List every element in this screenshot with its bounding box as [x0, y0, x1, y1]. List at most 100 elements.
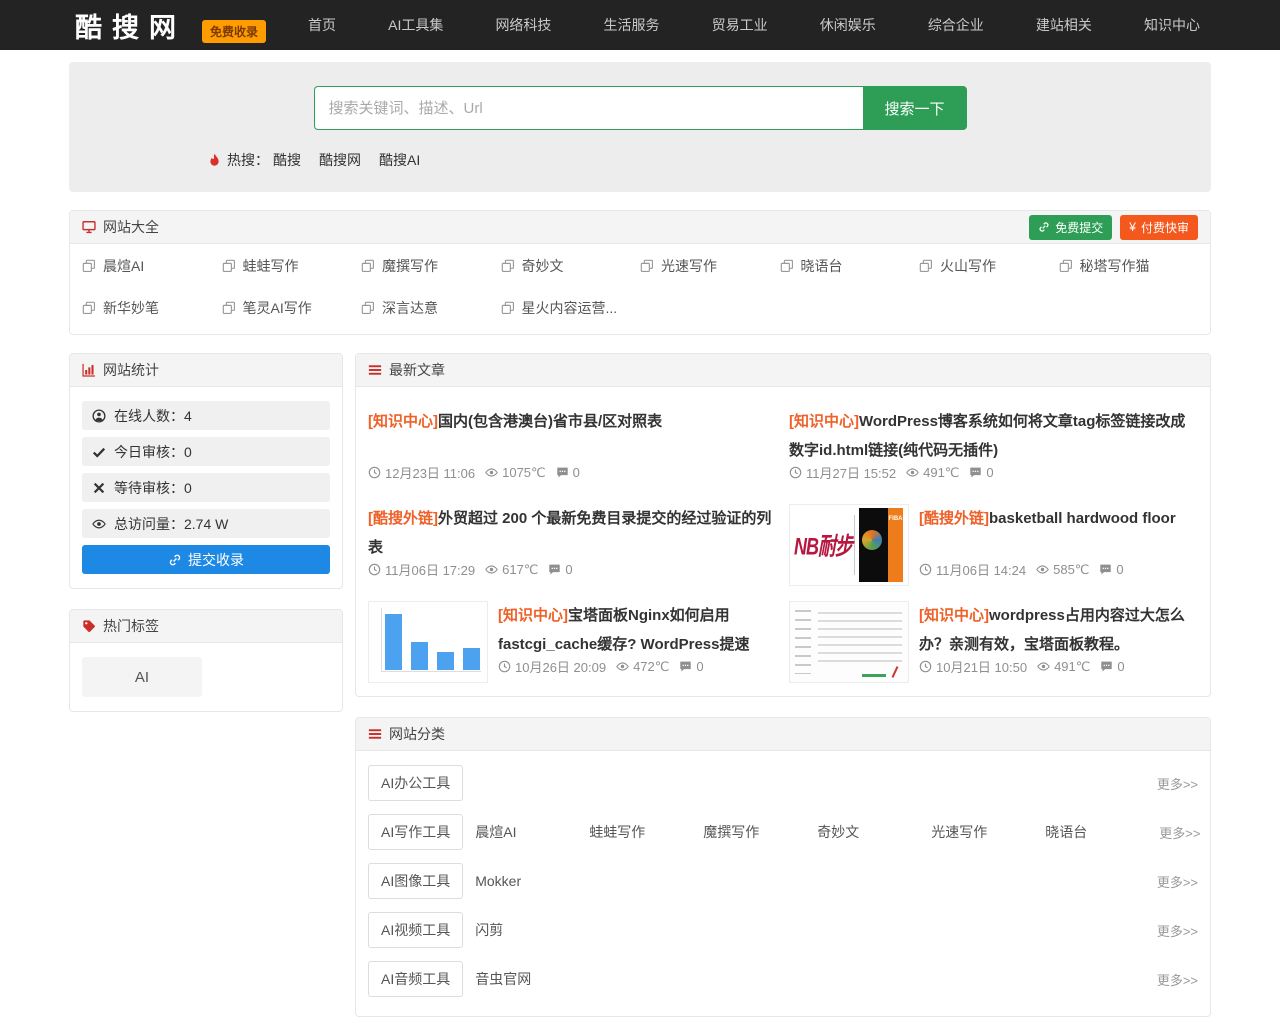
free-listing-badge[interactable]: 免费收录 [202, 20, 266, 43]
hot-search-label: 热搜： [227, 150, 269, 170]
article-item: [知识中心]国内(包含港澳台)省市县/区对照表 12月23日 11:06 107… [368, 395, 777, 492]
category-row: AI办公工具 更多>> [368, 765, 1198, 801]
search-input[interactable] [314, 86, 863, 130]
category-ai-video[interactable]: AI视频工具 [368, 912, 463, 948]
nav-item-leisure[interactable]: 休闲娱乐 [820, 15, 876, 35]
cross-icon [92, 481, 106, 495]
category-ai-image[interactable]: AI图像工具 [368, 863, 463, 899]
copy-icon [222, 301, 236, 315]
article-title[interactable]: [知识中心]WordPress博客系统如何将文章tag标签链接改成数字id.ht… [789, 407, 1198, 465]
article-meta: 12月23日 11:06 1075℃ 0 [368, 463, 590, 482]
site-link[interactable]: 秘塔写作猫 [1059, 256, 1199, 276]
site-link[interactable]: 蛙蛙写作 [222, 256, 362, 276]
tag-ai[interactable]: AI [82, 657, 202, 697]
site-link[interactable]: 星火内容运营... [501, 298, 641, 318]
article-title[interactable]: [知识中心]国内(包含港澳台)省市县/区对照表 [368, 407, 777, 436]
site-link[interactable]: 奇妙文 [501, 256, 641, 276]
article-item: [知识中心]WordPress博客系统如何将文章tag标签链接改成数字id.ht… [789, 395, 1198, 492]
stat-pending-review: 等待审核：0 [82, 473, 330, 502]
latest-articles-header: 最新文章 [356, 354, 1210, 387]
stat-total-visits: 总访问量：2.74 W [82, 509, 330, 538]
article-thumbnail-chart[interactable] [368, 601, 488, 683]
article-title[interactable]: [酷搜外链]basketball hardwood floor [919, 504, 1198, 533]
article-thumbnail-basketball[interactable]: NB耐步 FIBA [789, 504, 909, 586]
category-site-link[interactable]: 光速写作 [931, 822, 1045, 842]
link-icon [1038, 221, 1050, 233]
category-site-link[interactable]: 魔撰写作 [703, 822, 817, 842]
nav-item-life-services[interactable]: 生活服务 [604, 15, 660, 35]
navbar: 酷搜网 免费收录 首页 AI工具集 网络科技 生活服务 贸易工业 休闲娱乐 综合… [0, 0, 1280, 50]
category-ai-writing[interactable]: AI写作工具 [368, 814, 463, 850]
category-ai-audio[interactable]: AI音频工具 [368, 961, 463, 997]
category-site-link[interactable]: 蛙蛙写作 [589, 822, 703, 842]
nav-item-knowledge[interactable]: 知识中心 [1144, 15, 1200, 35]
site-link[interactable]: 光速写作 [640, 256, 780, 276]
hot-tags-title: 热门标签 [103, 616, 159, 636]
category-site-link[interactable]: 晓语台 [1045, 822, 1159, 842]
basketball-logo [862, 530, 882, 550]
copy-icon [640, 259, 654, 273]
nav-item-site-building[interactable]: 建站相关 [1036, 15, 1092, 35]
hot-search-link[interactable]: 酷搜AI [379, 150, 420, 170]
stat-reviewed-today: 今日审核：0 [82, 437, 330, 466]
site-link[interactable]: 笔灵AI写作 [222, 298, 362, 318]
copy-icon [501, 259, 515, 273]
nav-item-network-tech[interactable]: 网络科技 [495, 15, 551, 35]
site-directory-card: 网站大全 免费提交 ¥付费快审 晨煊AI 蛙蛙写作 魔撰写作 奇妙文 光速写作 … [69, 210, 1211, 335]
free-submit-button[interactable]: 免费提交 [1029, 215, 1112, 240]
submit-listing-button[interactable]: 提交收录 [82, 545, 330, 574]
category-site-link[interactable]: 音虫官网 [475, 969, 589, 989]
article-thumbnail-panel[interactable] [789, 601, 909, 683]
nav-item-enterprise[interactable]: 综合企业 [928, 15, 984, 35]
comments-icon [556, 466, 569, 479]
thumb-logo-text: FIBA [888, 508, 903, 582]
copy-icon [1059, 259, 1073, 273]
article-meta: 11月06日 17:29 617℃ 0 [368, 560, 583, 579]
stat-online-users: 在线人数：4 [82, 401, 330, 430]
hot-search-link[interactable]: 酷搜 [273, 150, 301, 170]
site-link[interactable]: 魔撰写作 [361, 256, 501, 276]
article-item: [酷搜外链]外贸超过 200 个最新免费目录提交的经过验证的列表 11月06日 … [368, 492, 777, 589]
category-site-link[interactable]: Mokker [475, 873, 589, 889]
views-icon [616, 660, 629, 673]
clock-icon [368, 563, 381, 576]
latest-articles-card: 最新文章 [知识中心]国内(包含港澳台)省市县/区对照表 12月23日 11:0… [355, 353, 1211, 697]
site-link[interactable]: 火山写作 [919, 256, 1059, 276]
category-site-link[interactable]: 晨煊AI [475, 822, 589, 842]
more-link[interactable]: 更多>> [1157, 921, 1198, 940]
more-link[interactable]: 更多>> [1157, 774, 1198, 793]
category-ai-office[interactable]: AI办公工具 [368, 765, 463, 801]
nav-item-home[interactable]: 首页 [308, 15, 336, 35]
article-item: NB耐步 FIBA [酷搜外链]basketball hardwood floo… [789, 492, 1198, 589]
category-site-link[interactable]: 奇妙文 [817, 822, 931, 842]
article-meta: 10月21日 10:50 491℃ 0 [919, 657, 1135, 676]
article-title[interactable]: [知识中心]wordpress占用内容过大怎么办？亲测有效，宝塔面板教程。 [919, 601, 1198, 659]
site-logo[interactable]: 酷搜网 [75, 6, 186, 45]
hot-search-link[interactable]: 酷搜网 [319, 150, 361, 170]
article-title[interactable]: [酷搜外链]外贸超过 200 个最新免费目录提交的经过验证的列表 [368, 504, 777, 562]
paid-review-button[interactable]: ¥付费快审 [1120, 215, 1198, 240]
article-title[interactable]: [知识中心]宝塔面板Nginx如何启用fastcgi_cache缓存? Word… [498, 601, 777, 659]
nav-item-ai-tools[interactable]: AI工具集 [388, 15, 443, 35]
search-button[interactable]: 搜索一下 [863, 86, 967, 130]
category-row: AI图像工具 Mokker 更多>> [368, 863, 1198, 899]
bar-chart-icon [82, 363, 96, 377]
category-site-link[interactable]: 闪剪 [475, 920, 589, 940]
more-link[interactable]: 更多>> [1157, 970, 1198, 989]
copy-icon [780, 259, 794, 273]
site-categories-card: 网站分类 AI办公工具 更多>> AI写作工具 晨煊AI 蛙蛙写作 魔撰写作 [355, 717, 1211, 1017]
site-link[interactable]: 晨煊AI [82, 256, 222, 276]
site-link[interactable]: 深言达意 [361, 298, 501, 318]
more-link[interactable]: 更多>> [1159, 823, 1200, 842]
site-link[interactable]: 新华妙笔 [82, 298, 222, 318]
comments-icon [679, 660, 692, 673]
site-directory-header: 网站大全 免费提交 ¥付费快审 [70, 211, 1210, 244]
more-link[interactable]: 更多>> [1157, 872, 1198, 891]
article-meta: 10月26日 20:09 472℃ 0 [498, 657, 714, 676]
site-link[interactable]: 晓语台 [780, 256, 920, 276]
category-row: AI写作工具 晨煊AI 蛙蛙写作 魔撰写作 奇妙文 光速写作 晓语台 更多>> [368, 814, 1198, 850]
fire-icon [207, 153, 222, 168]
nav-item-trade-industry[interactable]: 贸易工业 [712, 15, 768, 35]
clock-icon [368, 466, 381, 479]
copy-icon [222, 259, 236, 273]
